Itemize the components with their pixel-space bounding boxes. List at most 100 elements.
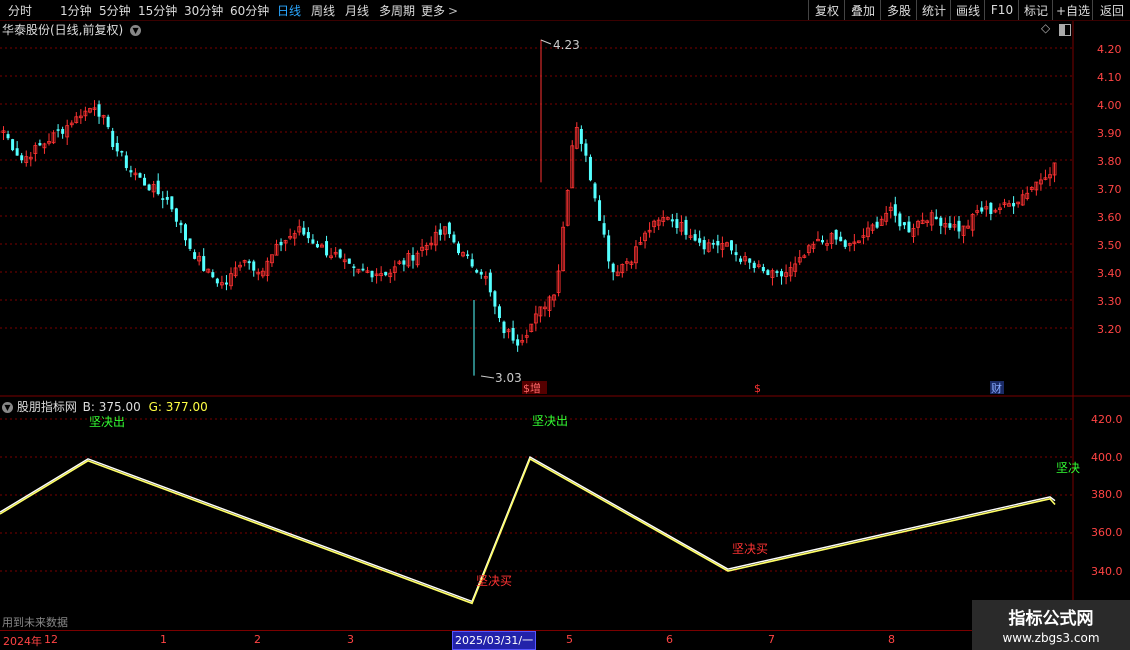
candle-body-down (279, 241, 283, 246)
tab-monthly[interactable]: 月线 (345, 2, 369, 19)
signal-buy-2: 坚决买 (732, 542, 768, 556)
draw-line-button[interactable]: 画线 (950, 0, 985, 20)
event-marker-dividend[interactable]: $增 (523, 381, 541, 395)
tab-multi-period[interactable]: 多周期 (379, 2, 415, 19)
event-marker-bg (522, 381, 547, 394)
price-chart[interactable]: 4.23 3.03 $增 $ 财 坚决出 坚决出 坚决 坚决买 坚决买 4.20… (0, 0, 1130, 650)
signal-sell-2: 坚决出 (532, 414, 568, 428)
tab-30min[interactable]: 30分钟 (184, 2, 223, 19)
indicator-label: 420.0 (1091, 413, 1123, 426)
candle-body-down (843, 240, 847, 247)
candle-body-down (611, 263, 615, 273)
candle-body-up (998, 207, 1002, 210)
tab-daily[interactable]: 日线 (277, 2, 301, 19)
back-button[interactable]: 返回 (1092, 0, 1130, 20)
candle-body-up (725, 242, 729, 247)
low-marker-arrow (480, 375, 495, 379)
candle-body-up (388, 272, 393, 278)
restore-rights-button[interactable]: 复权 (808, 0, 845, 20)
multi-stock-button[interactable]: 多股 (880, 0, 917, 20)
candle-body-up (975, 210, 980, 213)
candle-body-up (624, 261, 629, 264)
candle-body-up (356, 268, 361, 273)
candle-body-down (502, 321, 506, 334)
indicator-lines (0, 455, 1056, 605)
indicator-line-G (0, 457, 1056, 605)
event-marker-finance[interactable]: 财 (991, 381, 1002, 395)
candle-body-up (133, 172, 138, 176)
tab-more-label: 更多 (421, 4, 446, 18)
mark-button[interactable]: 标记 (1018, 0, 1053, 20)
candle-body-down (593, 183, 597, 199)
candle-body-up (720, 243, 725, 250)
candle-body-up (652, 220, 657, 228)
candle-body-up (69, 122, 74, 126)
candle-body-down (711, 242, 715, 245)
candle-body-up (1, 130, 6, 133)
candle-body-up (661, 217, 666, 222)
candle-body-down (734, 252, 738, 256)
tab-fenshi[interactable]: 分时 (8, 2, 32, 19)
tab-15min[interactable]: 15分钟 (138, 2, 177, 19)
panel-toggle-icon[interactable] (1059, 24, 1071, 36)
candle-body-down (730, 240, 733, 251)
diamond-icon[interactable]: ◇ (1041, 21, 1050, 35)
date-label: 7 (768, 633, 775, 646)
low-price-marker: 3.03 (495, 371, 522, 385)
candle-body-up (274, 243, 279, 256)
candle-body-up (1007, 203, 1011, 207)
candle-body-up (570, 145, 575, 189)
candle-body-up (816, 238, 820, 242)
candle-body-down (174, 208, 178, 222)
candle-body-down (20, 155, 24, 161)
candle-body-down (306, 232, 310, 239)
event-marker-dollar[interactable]: $ (754, 382, 761, 395)
candle-body-up (538, 306, 543, 317)
candle-body-down (839, 236, 843, 242)
tab-weekly[interactable]: 周线 (311, 2, 335, 19)
candle-body-down (493, 291, 497, 307)
candle-body-up (47, 141, 51, 144)
candle-body-down (875, 221, 879, 228)
indicator-line-B (0, 455, 1056, 603)
candle-body-up (24, 156, 29, 163)
candle-body-down (411, 255, 415, 261)
candle-body-up (333, 251, 338, 255)
tab-more[interactable]: 更多 > (421, 2, 458, 19)
candle-body-up (888, 206, 893, 212)
tab-1min[interactable]: 1分钟 (60, 2, 92, 19)
overlay-button[interactable]: 叠加 (844, 0, 881, 20)
candle-body-up (433, 231, 438, 246)
candle-body-down (748, 258, 752, 263)
candle-body-up (847, 243, 852, 246)
f10-button[interactable]: F10 (984, 0, 1019, 20)
grid-lines (0, 47, 1073, 572)
candle-body-up (242, 260, 247, 263)
candle-body-up (219, 282, 224, 286)
candle-body-up (420, 246, 425, 251)
chevron-down-icon[interactable]: ▼ (130, 25, 142, 36)
indicator-label: 340.0 (1091, 565, 1123, 578)
candle-body-down (780, 271, 784, 277)
candle-body-up (283, 240, 288, 244)
tab-5min[interactable]: 5分钟 (99, 2, 131, 19)
indicator-name[interactable]: 股朋指标网 (17, 400, 77, 414)
date-label: 8 (888, 633, 895, 646)
candle-body-up (524, 335, 529, 338)
toolbar: 分时 1分钟 5分钟 15分钟 30分钟 60分钟 日线 周线 月线 多周期 更… (0, 0, 1130, 21)
candle-body-down (97, 104, 101, 117)
candle-body-down (384, 271, 388, 276)
candle-body-up (925, 220, 930, 223)
chevron-down-icon[interactable]: ▼ (2, 402, 13, 413)
candle-body-down (584, 143, 588, 156)
candle-body-down (143, 177, 147, 186)
tab-60min[interactable]: 60分钟 (230, 2, 269, 19)
statistics-button[interactable]: 统计 (916, 0, 951, 20)
candle-body-up (1043, 177, 1048, 180)
add-favorite-button[interactable]: +自选 (1052, 0, 1093, 20)
candle-body-down (129, 170, 133, 173)
candle-body-up (461, 252, 465, 257)
candle-body-down (193, 252, 197, 259)
date-axis: 2024年 12 1 2 3 2025/03/31/一 5 6 7 8 (0, 630, 1130, 650)
candle-body-up (793, 263, 798, 272)
